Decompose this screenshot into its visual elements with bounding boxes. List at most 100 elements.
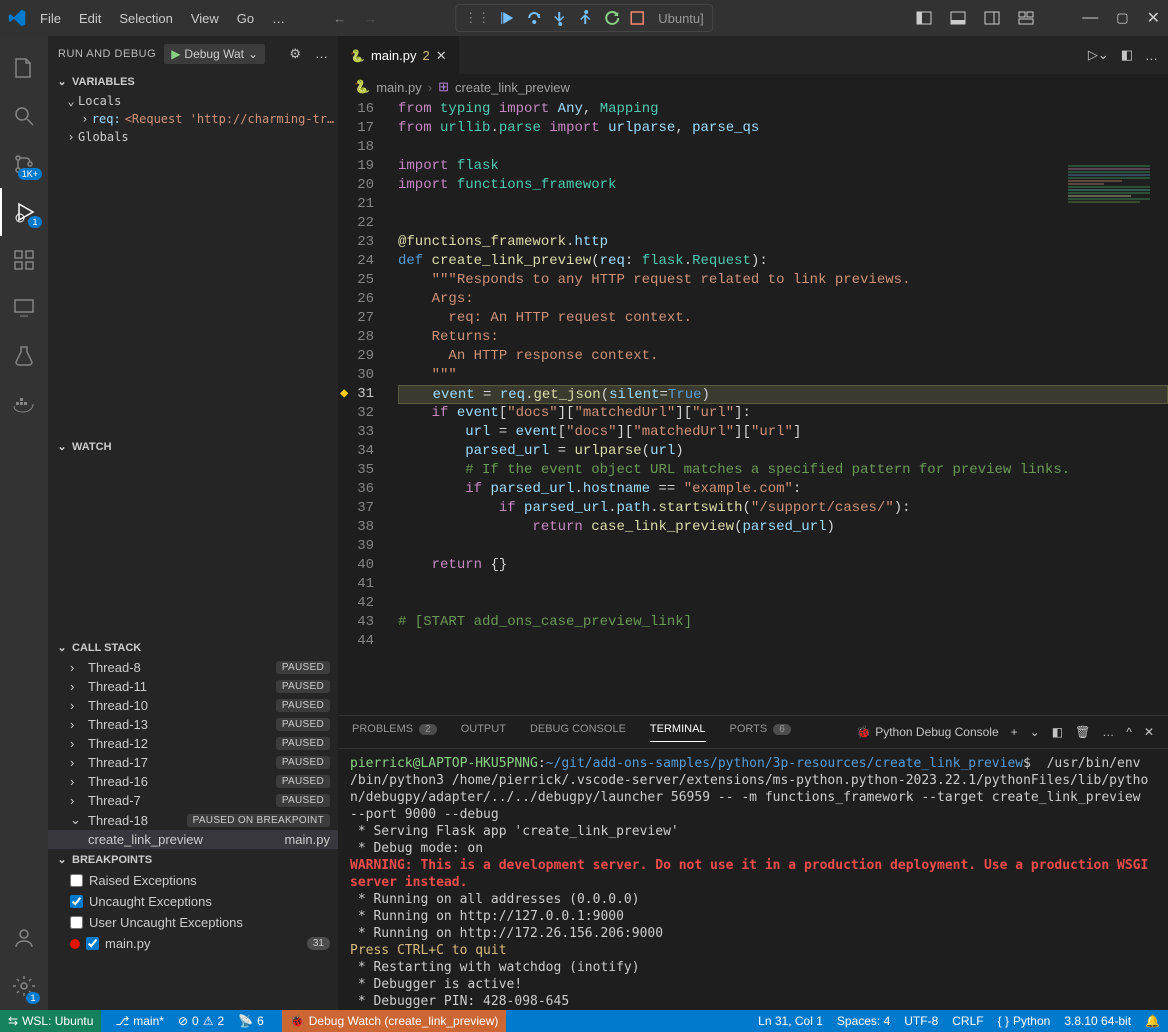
panel-tab-problems[interactable]: PROBLEMS2	[352, 723, 437, 741]
vscode-logo-icon	[8, 9, 26, 27]
bp-main-py[interactable]: main.py31	[48, 933, 338, 954]
title-suffix: Ubuntu]	[658, 11, 704, 26]
watch-section[interactable]: ⌄WATCH	[48, 436, 338, 457]
maximize-panel-icon[interactable]: ^	[1126, 725, 1132, 739]
stack-frame[interactable]: create_link_preview main.py	[48, 830, 338, 849]
menu-edit[interactable]: Edit	[71, 7, 109, 30]
breakpoints-section[interactable]: ⌄BREAKPOINTS	[48, 849, 338, 870]
indentation-status[interactable]: Spaces: 4	[837, 1014, 890, 1028]
bottom-panel: PROBLEMS2 OUTPUT DEBUG CONSOLE TERMINAL …	[338, 715, 1168, 1010]
maximize-icon[interactable]: ▢	[1116, 10, 1128, 26]
kill-terminal-icon[interactable]: 🗑	[1075, 725, 1090, 739]
close-icon[interactable]: ✕	[1147, 8, 1160, 28]
panel-tab-output[interactable]: OUTPUT	[461, 723, 506, 741]
breakpoint-arrow-icon: ◆	[340, 385, 348, 404]
restart-icon[interactable]	[604, 10, 620, 26]
thread-item[interactable]: ›Thread-7PAUSED	[48, 791, 338, 810]
python-interpreter[interactable]: 3.8.10 64-bit	[1064, 1014, 1131, 1028]
tab-main-py[interactable]: 🐍 main.py 2 ✕	[338, 36, 459, 74]
run-file-icon[interactable]: ▷⌄	[1088, 47, 1109, 63]
panel-tab-ports[interactable]: PORTS6	[730, 723, 791, 741]
menu-file[interactable]: File	[32, 7, 69, 30]
close-panel-icon[interactable]: ✕	[1144, 725, 1154, 739]
panel-tab-terminal[interactable]: TERMINAL	[650, 723, 706, 742]
locals-node[interactable]: ⌄Locals	[64, 92, 338, 110]
problems-status[interactable]: ⊘0 ⚠2	[178, 1014, 224, 1028]
panel-icon[interactable]	[950, 10, 966, 26]
remote-explorer-icon[interactable]	[0, 284, 48, 332]
variables-section[interactable]: ⌄VARIABLES	[48, 71, 338, 92]
split-editor-icon[interactable]: ◧	[1121, 47, 1133, 63]
cursor-position[interactable]: Ln 31, Col 1	[758, 1014, 823, 1028]
nav-back-icon[interactable]: ←	[333, 11, 346, 26]
symbol-method-icon: ⊞	[438, 79, 449, 95]
minimize-icon[interactable]: —	[1082, 9, 1098, 27]
drag-handle-icon[interactable]: ⋮⋮	[464, 10, 490, 26]
remote-indicator[interactable]: ⇆ WSL: Ubuntu	[0, 1010, 101, 1032]
layout-icon[interactable]	[916, 10, 932, 26]
python-file-icon: 🐍	[354, 79, 370, 95]
tab-close-icon[interactable]: ✕	[436, 48, 447, 64]
debug-config-gear-icon[interactable]: ⚙	[289, 46, 301, 62]
globals-node[interactable]: ›Globals	[64, 128, 338, 146]
sidebar: RUN AND DEBUG ▶ Debug Wat ⌄ ⚙ … ⌄VARIABL…	[48, 36, 338, 1010]
debug-status[interactable]: 🐞 Debug Watch (create_link_preview)	[282, 1010, 507, 1032]
thread-item[interactable]: ›Thread-13PAUSED	[48, 715, 338, 734]
step-out-icon[interactable]	[578, 10, 594, 26]
encoding-status[interactable]: UTF-8	[904, 1014, 938, 1028]
thread-item[interactable]: ⌄Thread-18PAUSED ON BREAKPOINT	[48, 810, 338, 830]
debug-icon: 🐞	[856, 725, 871, 739]
panel-tab-debug-console[interactable]: DEBUG CONSOLE	[530, 723, 626, 741]
menu-selection[interactable]: Selection	[111, 7, 180, 30]
minimap[interactable]	[1064, 164, 1154, 344]
editor-more-icon[interactable]: …	[1145, 48, 1158, 63]
debug-toolbar: ⋮⋮ Ubuntu]	[455, 4, 713, 32]
panel-more-icon[interactable]: …	[1102, 725, 1114, 739]
thread-item[interactable]: ›Thread-12PAUSED	[48, 734, 338, 753]
callstack-section[interactable]: ⌄CALL STACK	[48, 637, 338, 658]
ports-status[interactable]: 📡 6	[238, 1014, 264, 1028]
bp-uncaught-exceptions[interactable]: Uncaught Exceptions	[48, 891, 338, 912]
language-mode[interactable]: { } Python	[998, 1014, 1051, 1028]
eol-status[interactable]: CRLF	[952, 1014, 983, 1028]
thread-item[interactable]: ›Thread-16PAUSED	[48, 772, 338, 791]
step-over-icon[interactable]	[526, 10, 542, 26]
variable-req[interactable]: ›req: <Request 'http://charming-tro…	[64, 110, 338, 128]
step-into-icon[interactable]	[552, 10, 568, 26]
notifications-icon[interactable]: 🔔	[1145, 1014, 1160, 1028]
stop-icon[interactable]	[630, 11, 644, 25]
new-terminal-icon[interactable]: +	[1011, 725, 1018, 739]
run-debug-icon[interactable]: 1	[0, 188, 48, 236]
nav-forward-icon[interactable]: →	[364, 11, 377, 26]
editor-tabs: 🐍 main.py 2 ✕ ▷⌄ ◧ …	[338, 36, 1168, 74]
terminal-profile-select[interactable]: 🐞Python Debug Console	[856, 725, 998, 739]
docker-icon[interactable]	[0, 380, 48, 428]
thread-item[interactable]: ›Thread-8PAUSED	[48, 658, 338, 677]
thread-item[interactable]: ›Thread-11PAUSED	[48, 677, 338, 696]
breadcrumb[interactable]: 🐍 main.py › ⊞ create_link_preview	[338, 74, 1168, 100]
sidebar-more-icon[interactable]: …	[315, 46, 328, 61]
extensions-icon[interactable]	[0, 236, 48, 284]
sidebar-title: RUN AND DEBUG	[58, 48, 156, 60]
git-branch[interactable]: ⎇ main*	[115, 1014, 164, 1028]
debug-start-button[interactable]: ▶ Debug Wat ⌄	[164, 44, 265, 64]
thread-item[interactable]: ›Thread-10PAUSED	[48, 696, 338, 715]
customize-layout-icon[interactable]	[1018, 10, 1034, 26]
menu-more[interactable]: …	[264, 7, 293, 30]
sidebar-right-icon[interactable]	[984, 10, 1000, 26]
menubar: File Edit Selection View Go …	[32, 7, 293, 30]
split-terminal-icon[interactable]: ◧	[1052, 725, 1063, 739]
search-icon[interactable]	[0, 92, 48, 140]
menu-view[interactable]: View	[183, 7, 227, 30]
explorer-icon[interactable]	[0, 44, 48, 92]
settings-gear-icon[interactable]: 1	[0, 962, 48, 1010]
bp-raised-exceptions[interactable]: Raised Exceptions	[48, 870, 338, 891]
bp-user-uncaught-exceptions[interactable]: User Uncaught Exceptions	[48, 912, 338, 933]
continue-icon[interactable]	[500, 10, 516, 26]
menu-go[interactable]: Go	[229, 7, 262, 30]
testing-icon[interactable]	[0, 332, 48, 380]
terminal-output[interactable]: pierrick@LAPTOP-HKU5PNNG:~/git/add-ons-s…	[338, 749, 1168, 1010]
source-control-icon[interactable]: 1K+	[0, 140, 48, 188]
accounts-icon[interactable]	[0, 914, 48, 962]
thread-item[interactable]: ›Thread-17PAUSED	[48, 753, 338, 772]
